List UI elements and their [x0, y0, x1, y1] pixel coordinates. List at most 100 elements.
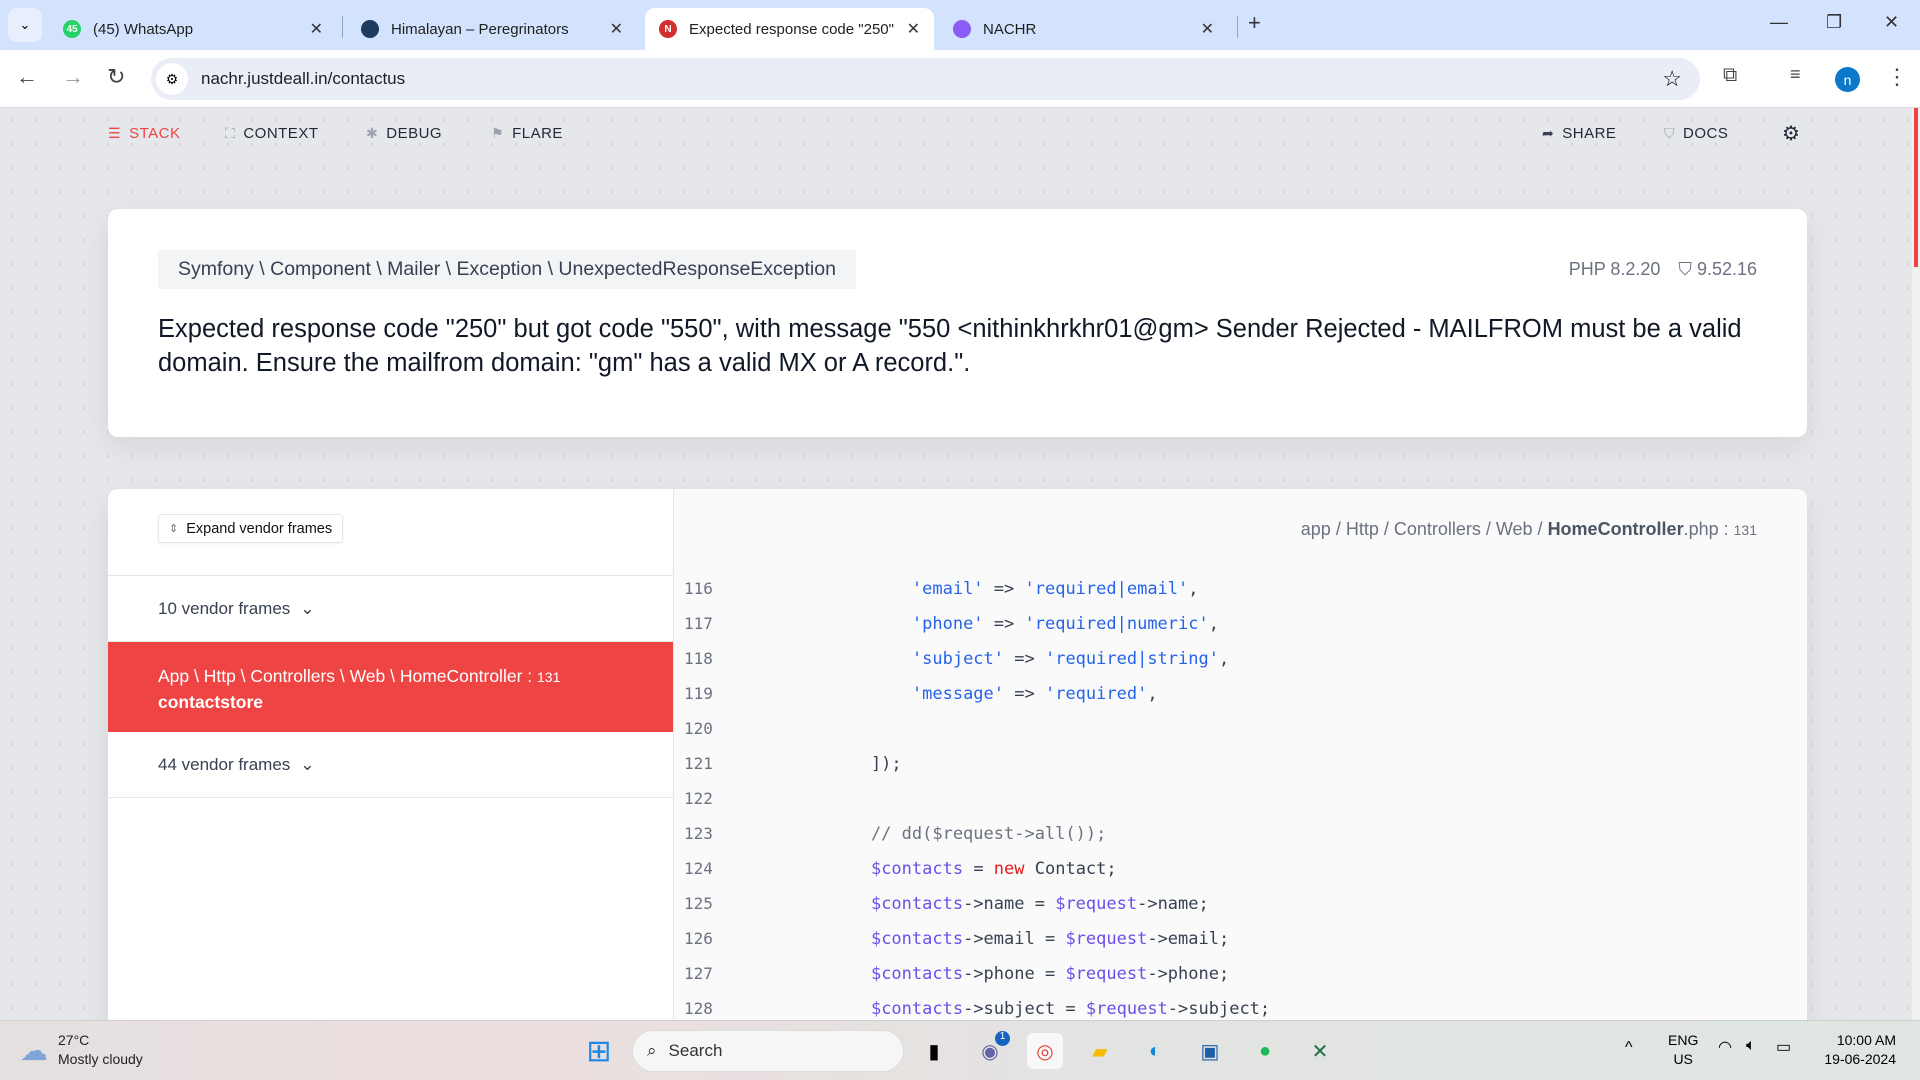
- tab-himalayan[interactable]: Himalayan – Peregrinators ✕: [347, 8, 637, 50]
- task-view-icon[interactable]: ▮: [916, 1033, 952, 1069]
- line-number: 123: [684, 824, 713, 843]
- back-icon[interactable]: ←: [16, 64, 38, 90]
- clock[interactable]: 10:00 AM 19-06-2024: [1810, 1031, 1896, 1069]
- volume-icon[interactable]: 🔈︎: [1746, 1037, 1756, 1055]
- site-favicon-icon: [361, 20, 379, 38]
- spotify-icon[interactable]: ●: [1247, 1033, 1283, 1069]
- code-line: 127 $contacts ->phone = $request ->phone;: [684, 956, 1270, 991]
- laravel-version: 9.52.16: [1696, 259, 1757, 279]
- minimize-icon[interactable]: —: [1770, 12, 1788, 33]
- code-token: ->phone;: [1147, 963, 1230, 984]
- exception-class: Symfony \ Component \ Mailer \ Exception…: [158, 250, 856, 289]
- media-control-icon[interactable]: ≡: [1790, 64, 1801, 85]
- line-number: 116: [684, 579, 713, 598]
- settings-icon[interactable]: ⚙: [1782, 121, 1800, 146]
- language-indicator[interactable]: ENG US: [1668, 1031, 1698, 1069]
- line-number: 126: [684, 929, 713, 948]
- code-line: 124 $contacts = new Contact;: [684, 851, 1270, 886]
- tab-whatsapp[interactable]: 45 (45) WhatsApp ✕: [49, 8, 337, 50]
- code-token: =>: [983, 578, 1025, 599]
- reload-icon[interactable]: ↻: [107, 64, 125, 90]
- vendor-frames-toggle[interactable]: 44 vendor frames ⌄: [108, 732, 673, 798]
- address-bar[interactable]: ⚙ nachr.justdeall.in/contactus ☆: [151, 58, 1700, 100]
- bookmark-star-icon[interactable]: ☆: [1662, 66, 1682, 92]
- code-token: ,: [1147, 683, 1158, 704]
- tab-nachr[interactable]: NACHR ✕: [939, 8, 1228, 50]
- cloudy-weather-icon: ☁: [20, 1034, 48, 1066]
- weather-widget[interactable]: ☁ 27°C Mostly cloudy: [20, 1031, 143, 1069]
- expand-icon: ⇕: [169, 523, 179, 535]
- close-tab-icon[interactable]: ✕: [310, 19, 323, 39]
- docs-button[interactable]: ⛉ DOCS: [1664, 125, 1728, 142]
- code-token: $request: [1065, 963, 1148, 984]
- menu-icon[interactable]: ⋮: [1886, 64, 1908, 90]
- tab-search-button[interactable]: ⌄: [8, 8, 42, 42]
- code-token: =: [963, 858, 994, 879]
- chevron-down-icon: ⌄: [300, 754, 315, 774]
- expand-vendor-frames-button[interactable]: ⇕ Expand vendor frames: [158, 514, 344, 543]
- nav-context[interactable]: ⛶ CONTEXT: [225, 125, 318, 142]
- code-token: ->phone =: [963, 963, 1066, 984]
- whatsapp-icon: 45: [63, 20, 81, 38]
- chevron-down-icon: ⌄: [300, 598, 315, 618]
- wifi-icon[interactable]: ◠: [1718, 1037, 1732, 1057]
- line-number: 122: [684, 789, 713, 808]
- tab-expected-response[interactable]: N Expected response code "250" but got c…: [645, 8, 934, 50]
- active-frame[interactable]: App \ Http \ Controllers \ Web \ HomeCon…: [108, 642, 673, 732]
- code-token: ->name =: [963, 893, 1056, 914]
- file-explorer-icon[interactable]: ▰: [1082, 1033, 1118, 1069]
- close-tab-icon[interactable]: ✕: [610, 19, 623, 39]
- code-line: 118 'subject' => 'required|string',: [684, 641, 1270, 676]
- vendor-frames-toggle[interactable]: 10 vendor frames ⌄: [108, 575, 673, 642]
- line-number: 117: [684, 614, 713, 633]
- file-path[interactable]: app / Http / Controllers / Web / HomeCon…: [1301, 519, 1757, 540]
- show-hidden-icons[interactable]: ^: [1625, 1039, 1633, 1057]
- line-number: 127: [684, 964, 713, 983]
- code-line: 117 'phone' => 'required|numeric',: [684, 606, 1270, 641]
- restore-icon[interactable]: ❐: [1826, 12, 1842, 33]
- code-token: Contact;: [1024, 858, 1117, 879]
- microsoft-store-icon[interactable]: ▣: [1192, 1033, 1228, 1069]
- site-settings-icon[interactable]: ⚙: [156, 63, 188, 95]
- nav-flare[interactable]: ⚑ FLARE: [491, 125, 563, 142]
- close-tab-icon[interactable]: ✕: [907, 19, 920, 39]
- extensions-icon[interactable]: ⧉: [1723, 64, 1737, 87]
- scrollbar-thumb[interactable]: [1914, 108, 1918, 267]
- code-token: $contacts: [870, 963, 964, 984]
- laravel-icon: ⛉: [1678, 259, 1697, 279]
- flare-icon: ⚑: [491, 125, 505, 141]
- nav-stack[interactable]: ☰ STACK: [108, 125, 180, 142]
- share-button[interactable]: ➦ SHARE: [1542, 125, 1616, 142]
- nav-debug[interactable]: ✱ DEBUG: [366, 125, 442, 142]
- close-window-icon[interactable]: ✕: [1884, 12, 1899, 33]
- start-button-icon[interactable]: ⊞: [581, 1033, 617, 1069]
- edge-icon[interactable]: ◐: [1137, 1033, 1173, 1069]
- close-tab-icon[interactable]: ✕: [1201, 19, 1214, 39]
- excel-icon[interactable]: ✕: [1302, 1033, 1338, 1069]
- code-token: $contacts: [870, 893, 964, 914]
- new-tab-icon[interactable]: +: [1248, 10, 1261, 36]
- code-token: $contacts: [870, 858, 964, 879]
- stack-icon: ☰: [108, 125, 122, 141]
- code-token: ->email =: [963, 928, 1066, 949]
- exception-message: Expected response code "250" but got cod…: [158, 315, 1742, 377]
- teams-icon[interactable]: ◉ 1: [972, 1031, 1010, 1069]
- code-token: 'required|numeric': [1024, 613, 1209, 634]
- frames-panel: ⇕ Expand vendor frames 10 vendor frames ⌄ …: [108, 489, 674, 1020]
- code-token: // dd($request->all());: [830, 823, 1107, 844]
- versions: PHP 8.2.20 ⛉ 9.52.16: [1569, 259, 1757, 280]
- code-token: 'required|string': [1044, 648, 1219, 669]
- taskbar-search[interactable]: ⌕ Search: [632, 1030, 904, 1072]
- line-number: 125: [684, 894, 713, 913]
- line-number: 120: [684, 719, 713, 738]
- url-text[interactable]: nachr.justdeall.in/contactus: [201, 69, 405, 89]
- profile-avatar[interactable]: n: [1835, 67, 1860, 92]
- forward-icon[interactable]: →: [62, 64, 84, 90]
- chrome-icon[interactable]: ◎: [1027, 1033, 1063, 1069]
- code-token: ]);: [830, 753, 902, 774]
- battery-icon[interactable]: ▭: [1776, 1037, 1791, 1057]
- tab-title: NACHR: [983, 20, 1037, 38]
- code-line: 126 $contacts ->email = $request ->email;: [684, 921, 1270, 956]
